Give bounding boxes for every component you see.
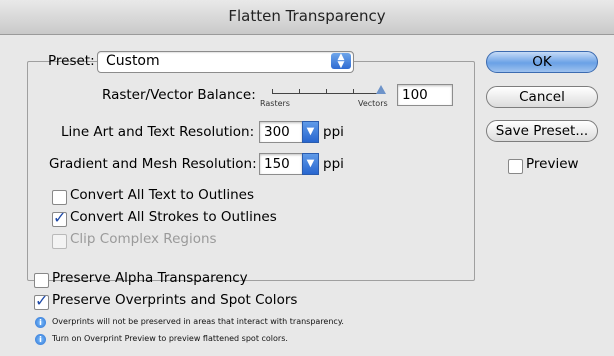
preset-select[interactable]: Custom ▲ ▼ xyxy=(97,51,354,73)
window-title: Flatten Transparency xyxy=(228,7,386,25)
preset-value: Custom xyxy=(106,53,160,69)
slider-tick xyxy=(272,89,273,94)
rasters-label: Rasters xyxy=(260,99,290,108)
slider-tick xyxy=(353,89,354,94)
line-art-value: 300 xyxy=(264,124,290,140)
info-icon: i xyxy=(35,317,46,328)
preserve-alpha-checkbox[interactable] xyxy=(34,273,49,288)
preserve-overprints-checkbox[interactable] xyxy=(34,291,49,310)
convert-strokes-label: Convert All Strokes to Outlines xyxy=(70,209,277,225)
vectors-label: Vectors xyxy=(358,99,388,108)
balance-label: Raster/Vector Balance: xyxy=(102,87,256,103)
balance-input[interactable]: 100 xyxy=(397,84,453,106)
gradient-unit: ppi xyxy=(323,156,344,172)
clip-regions-checkbox[interactable] xyxy=(52,234,67,249)
slider-tick xyxy=(299,89,300,94)
ok-button[interactable]: OK xyxy=(486,51,598,73)
preview-checkbox[interactable] xyxy=(508,159,523,174)
gradient-value: 150 xyxy=(264,156,290,172)
preset-label: Preset: xyxy=(48,53,95,69)
save-preset-button[interactable]: Save Preset... xyxy=(486,120,598,142)
clip-regions-label: Clip Complex Regions xyxy=(70,231,217,247)
dialog-content: Preset: Custom ▲ ▼ Raster/Vector Balance:… xyxy=(0,35,614,356)
overprint-note: Overprints will not be preserved in area… xyxy=(52,317,344,326)
slider-tick xyxy=(326,89,327,94)
line-art-unit: ppi xyxy=(323,124,344,140)
line-art-dropdown-icon[interactable]: ▼ xyxy=(302,121,319,143)
preserve-overprints-label: Preserve Overprints and Spot Colors xyxy=(52,292,298,308)
gradient-input[interactable]: 150 xyxy=(259,153,303,175)
preview-note: Turn on Overprint Preview to preview fla… xyxy=(52,334,288,343)
window-titlebar[interactable]: Flatten Transparency xyxy=(0,0,614,35)
gradient-label: Gradient and Mesh Resolution: xyxy=(49,156,257,172)
convert-strokes-checkbox[interactable] xyxy=(52,208,67,227)
preserve-alpha-label: Preserve Alpha Transparency xyxy=(52,270,248,286)
convert-text-checkbox[interactable] xyxy=(52,190,67,205)
preview-label: Preview xyxy=(526,156,579,172)
cancel-button[interactable]: Cancel xyxy=(486,86,598,108)
convert-text-label: Convert All Text to Outlines xyxy=(70,187,255,203)
line-art-input[interactable]: 300 xyxy=(259,121,303,143)
gradient-dropdown-icon[interactable]: ▼ xyxy=(302,153,319,175)
balance-value: 100 xyxy=(402,87,428,103)
info-icon: i xyxy=(35,334,46,345)
line-art-label: Line Art and Text Resolution: xyxy=(61,124,255,140)
chevron-updown-icon: ▲ ▼ xyxy=(331,53,351,70)
balance-slider-thumb[interactable] xyxy=(376,85,386,94)
